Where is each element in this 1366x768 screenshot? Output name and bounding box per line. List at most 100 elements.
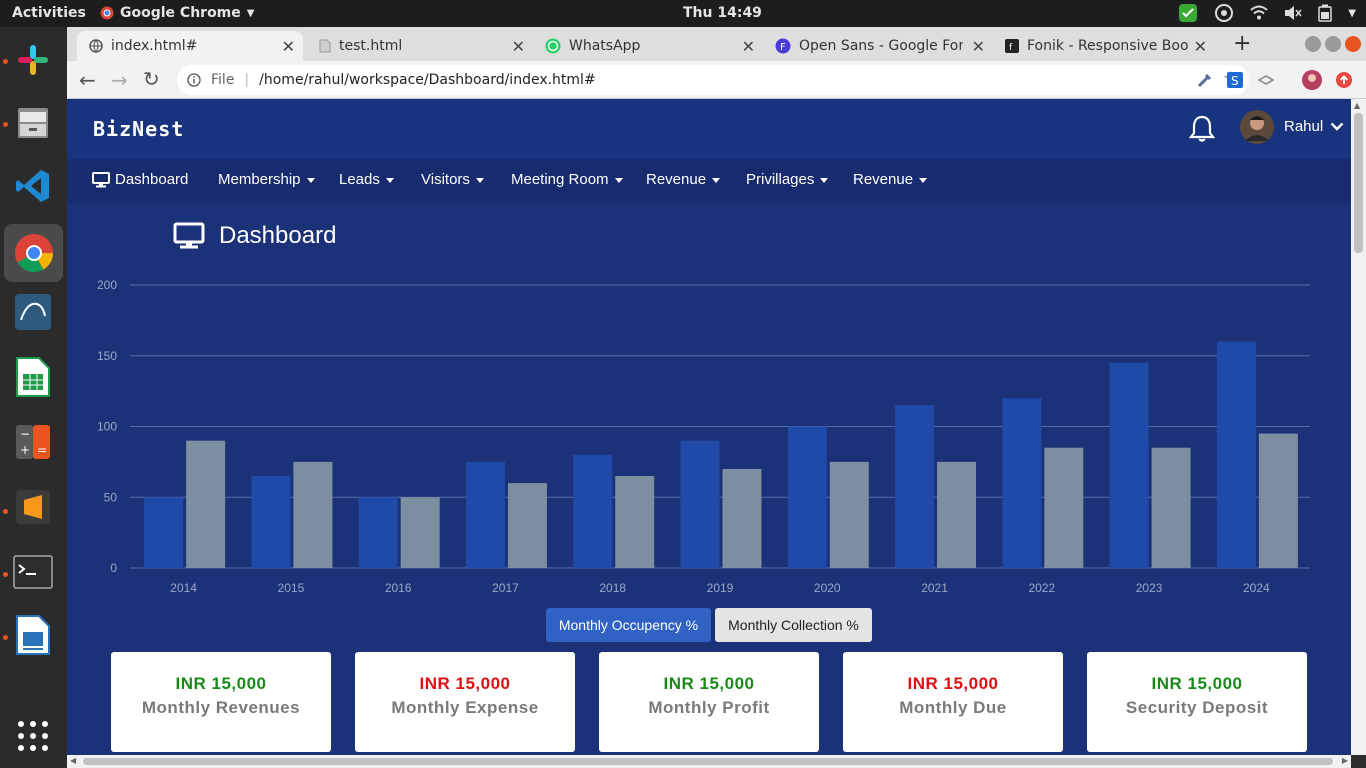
spreadsheet-icon <box>16 357 50 397</box>
toggle-monthly-occupancy[interactable]: Monthly Occupency % <box>546 608 711 642</box>
scheme-label: File <box>211 72 235 88</box>
svg-text:=: = <box>37 443 47 457</box>
new-tab-button[interactable]: + <box>1233 31 1251 56</box>
close-window-button[interactable] <box>1345 36 1361 52</box>
tab-open-sans[interactable]: F Open Sans - Google Fonts ✕ <box>767 31 993 61</box>
app-menu[interactable]: Google Chrome ▼ <box>100 5 254 21</box>
wifi-icon[interactable] <box>1250 5 1268 21</box>
horizontal-scrollbar[interactable]: ◀ ▶ <box>67 755 1351 768</box>
forward-arrow-icon[interactable]: → <box>111 68 128 92</box>
bar-series-2 <box>400 497 440 568</box>
avatar[interactable] <box>1239 109 1275 145</box>
svg-text:+: + <box>20 443 30 457</box>
close-tab-icon[interactable]: ✕ <box>972 37 985 56</box>
vertical-scrollbar-thumb[interactable] <box>1354 113 1363 253</box>
eyedropper-extension-icon[interactable] <box>1196 71 1214 89</box>
scroll-left-arrow-icon[interactable]: ◀ <box>70 756 76 765</box>
dashboard-page: BizNest Rahul Dashboard Membership Leads… <box>67 99 1351 755</box>
bar-series-1 <box>895 405 935 568</box>
close-tab-icon[interactable]: ✕ <box>742 37 755 56</box>
show-applications-button[interactable] <box>10 713 56 759</box>
user-name[interactable]: Rahul <box>1284 118 1323 135</box>
minimize-button[interactable] <box>1305 36 1321 52</box>
file-cabinet-icon <box>18 108 48 138</box>
bar-series-2 <box>937 461 977 568</box>
volume-muted-icon[interactable] <box>1284 5 1302 21</box>
tab-index[interactable]: index.html# ✕ <box>77 31 303 61</box>
layers-extension-icon[interactable] <box>1257 71 1275 89</box>
activities-button[interactable]: Activities <box>12 5 86 21</box>
close-tab-icon[interactable]: ✕ <box>282 37 295 56</box>
terminal-icon <box>13 555 53 589</box>
slack-icon <box>18 45 48 75</box>
bell-icon[interactable] <box>1189 115 1215 143</box>
nav-item-privillages[interactable]: Privillages <box>746 171 829 188</box>
x-tick-label: 2014 <box>170 581 197 595</box>
scroll-up-arrow-icon[interactable]: ▲ <box>1354 101 1360 110</box>
mysql-workbench-launcher[interactable] <box>10 289 56 335</box>
update-menu-icon[interactable] <box>1335 71 1353 89</box>
bar-series-2 <box>615 476 655 568</box>
tab-test[interactable]: test.html ✕ <box>307 31 533 61</box>
brand-logo[interactable]: BizNest <box>93 117 184 141</box>
horizontal-scrollbar-thumb[interactable] <box>83 758 1333 765</box>
nav-label: Membership <box>218 171 301 188</box>
nav-label: Privillages <box>746 171 815 188</box>
battery-icon[interactable] <box>1318 4 1333 22</box>
close-tab-icon[interactable]: ✕ <box>1194 37 1207 56</box>
calculator-launcher[interactable]: − + = <box>10 419 56 465</box>
slack-tray-icon[interactable] <box>1214 3 1234 23</box>
s-extension-icon[interactable]: S <box>1226 71 1244 89</box>
stat-label: Monthly Profit <box>648 698 770 717</box>
info-icon[interactable] <box>187 73 201 87</box>
nav-item-revenue-2[interactable]: Revenue <box>853 171 928 188</box>
tab-title: WhatsApp <box>569 38 641 54</box>
libreoffice-calc-launcher[interactable] <box>10 354 56 400</box>
chevron-down-icon[interactable]: ▼ <box>1348 8 1356 19</box>
x-tick-label: 2017 <box>492 581 519 595</box>
stat-card-monthly-profit: INR 15,000 Monthly Profit <box>599 652 819 752</box>
system-tray[interactable]: ▼ <box>1178 3 1356 23</box>
chrome-launcher[interactable] <box>4 224 63 282</box>
stat-value: INR 15,000 <box>1151 674 1243 693</box>
caret-down-icon <box>919 177 928 183</box>
scroll-right-arrow-icon[interactable]: ▶ <box>1342 756 1348 765</box>
stat-label: Security Deposit <box>1125 698 1269 717</box>
bar-series-1 <box>1109 362 1149 568</box>
vertical-scrollbar[interactable]: ▲ <box>1351 99 1366 755</box>
slack-launcher[interactable] <box>10 37 56 83</box>
system-top-bar: Activities Google Chrome ▼ Thu 14:49 ▼ <box>0 0 1366 27</box>
nav-item-dashboard[interactable]: Dashboard <box>92 171 188 188</box>
back-arrow-icon[interactable]: ← <box>79 68 96 92</box>
nav-item-visitors[interactable]: Visitors <box>421 171 484 188</box>
terminal-launcher[interactable] <box>10 549 56 595</box>
profile-avatar-icon[interactable] <box>1301 69 1323 91</box>
libreoffice-writer-launcher[interactable] <box>10 612 56 658</box>
close-tab-icon[interactable]: ✕ <box>512 37 525 56</box>
tab-title: Fonik - Responsive Boot <box>1027 38 1189 54</box>
bar-series-1 <box>680 440 720 568</box>
nav-item-membership[interactable]: Membership <box>218 171 315 188</box>
files-launcher[interactable] <box>10 100 56 146</box>
tab-fonik[interactable]: f Fonik - Responsive Boot ✕ <box>997 31 1215 61</box>
nav-item-leads[interactable]: Leads <box>339 171 394 188</box>
nav-item-meeting-room[interactable]: Meeting Room <box>511 171 623 188</box>
toggle-monthly-collection[interactable]: Monthly Collection % <box>715 608 872 642</box>
url-text[interactable]: /home/rahul/workspace/Dashboard/index.ht… <box>259 72 596 88</box>
clock[interactable]: Thu 14:49 <box>683 5 762 21</box>
toolbar: ← → ↻ File | /home/rahul/workspace/Dashb… <box>67 61 1366 99</box>
maximize-button[interactable] <box>1325 36 1341 52</box>
tab-whatsapp[interactable]: WhatsApp ✕ <box>537 31 763 61</box>
reload-icon[interactable]: ↻ <box>143 67 160 91</box>
app-header: BizNest Rahul <box>67 99 1351 159</box>
vscode-launcher[interactable] <box>10 163 56 209</box>
nav-item-revenue[interactable]: Revenue <box>646 171 721 188</box>
chevron-down-icon[interactable] <box>1330 122 1344 131</box>
omnibox[interactable]: File | /home/rahul/workspace/Dashboard/i… <box>177 65 1249 95</box>
chrome-icon <box>100 6 114 20</box>
globe-icon <box>89 39 103 53</box>
sublime-text-launcher[interactable] <box>10 484 56 530</box>
nav-label: Dashboard <box>115 171 189 188</box>
update-check-icon[interactable] <box>1178 3 1198 23</box>
y-tick-label: 200 <box>97 278 117 292</box>
